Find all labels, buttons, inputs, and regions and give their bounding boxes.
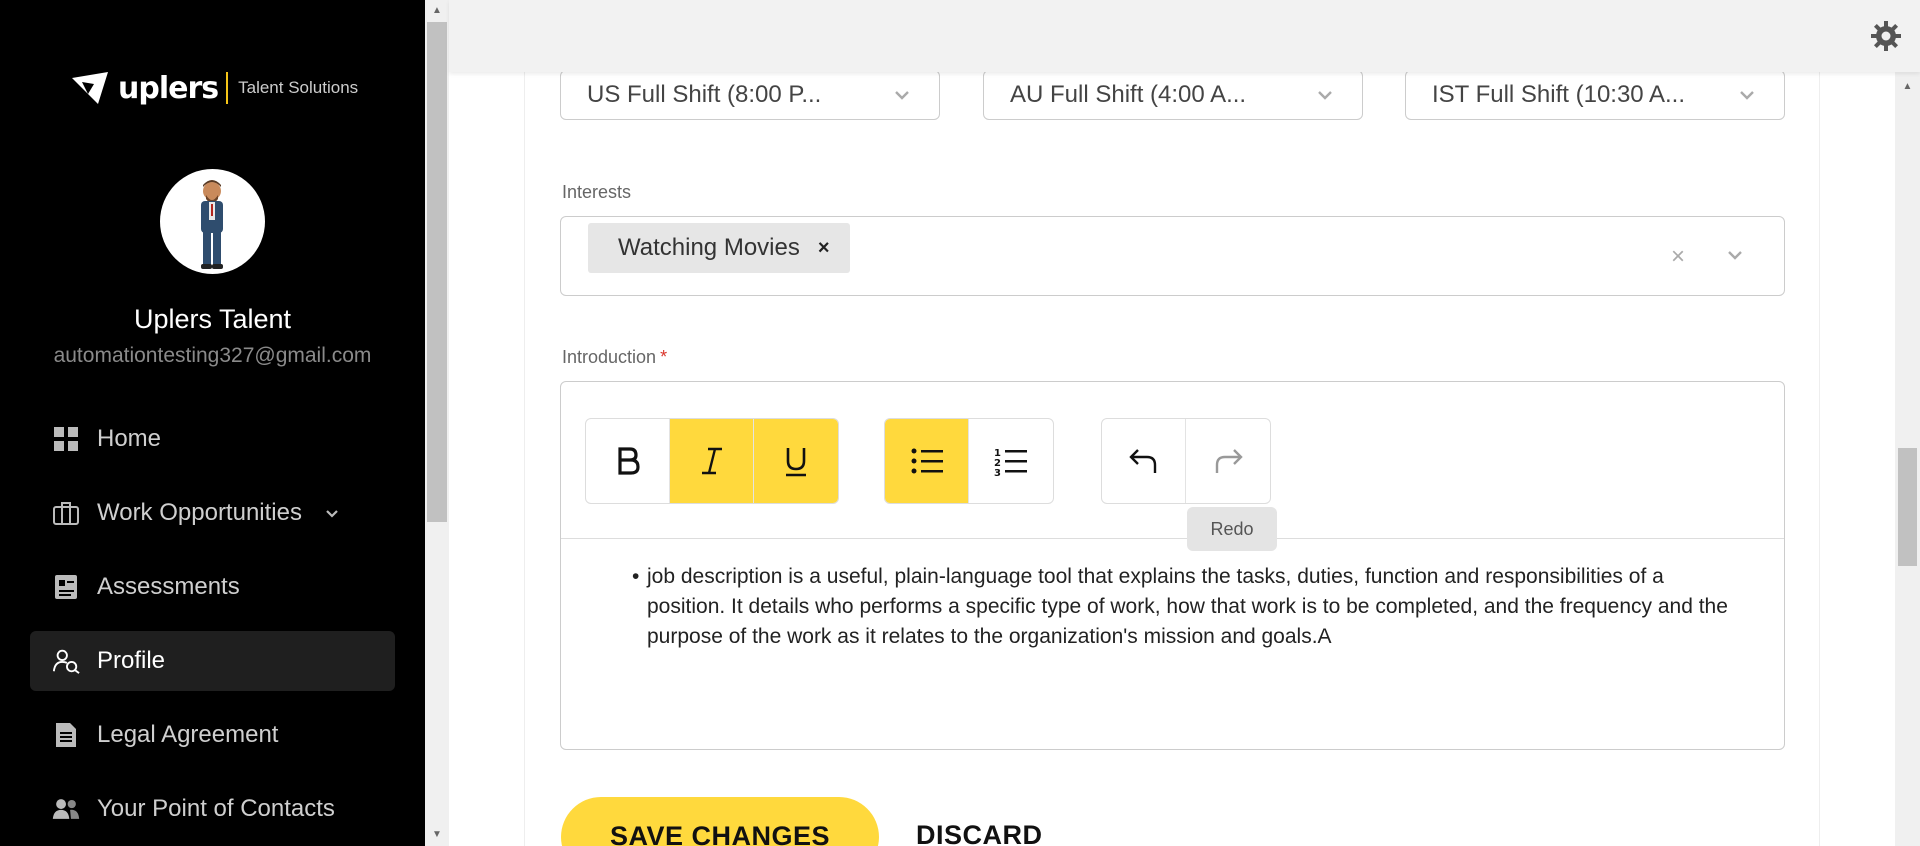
- editor-content[interactable]: • job description is a useful, plain-lan…: [632, 562, 1737, 652]
- chevron-down-icon: [1318, 91, 1332, 100]
- brand-subtitle: Talent Solutions: [238, 78, 359, 97]
- select-value: AU Full Shift (4:00 A...: [1010, 81, 1247, 108]
- document-icon: [52, 721, 80, 749]
- numbered-list-icon: 123: [994, 448, 1027, 476]
- chevron-down-icon: [895, 91, 909, 100]
- avatar[interactable]: [160, 169, 265, 274]
- sidebar-item-point-of-contacts[interactable]: Your Point of Contacts: [30, 779, 395, 839]
- svg-text:3: 3: [994, 468, 1001, 476]
- undo-icon: [1128, 449, 1156, 473]
- introduction-label-text: Introduction: [562, 347, 657, 367]
- bullet-list-icon: [911, 448, 943, 474]
- italic-icon: [701, 447, 722, 475]
- sidebar-item-label: Assessments: [97, 573, 240, 600]
- avatar-figure-icon: [201, 180, 223, 269]
- discard-button[interactable]: DISCARD: [916, 820, 1043, 846]
- select-value: US Full Shift (8:00 P...: [587, 81, 822, 108]
- top-bar: [449, 0, 1920, 72]
- introduction-label: Introduction *: [562, 347, 667, 368]
- brand-divider: [226, 72, 229, 104]
- redo-button[interactable]: [1186, 419, 1270, 503]
- tooltip-text: Redo: [1210, 518, 1254, 539]
- editor-toolbar: 123: [561, 382, 1784, 539]
- interests-multiselect[interactable]: Watching Movies × ×: [560, 216, 1785, 296]
- list-bullet: •: [632, 565, 640, 588]
- chevron-down-icon[interactable]: [1723, 243, 1747, 267]
- assessment-icon: [52, 573, 80, 601]
- underline-button[interactable]: [754, 419, 838, 503]
- bold-icon: [617, 447, 640, 475]
- interest-chip: Watching Movies ×: [588, 223, 850, 273]
- sidebar-scrollbar[interactable]: ▲ ▼: [425, 0, 449, 846]
- bullet-list-button[interactable]: [885, 419, 969, 503]
- italic-button[interactable]: [670, 419, 754, 503]
- scroll-down-arrow-icon[interactable]: ▼: [425, 826, 449, 844]
- introduction-text: job description is a useful, plain-langu…: [647, 565, 1728, 648]
- interests-label-text: Interests: [562, 182, 632, 202]
- chevron-down-icon: [326, 510, 338, 518]
- user-email: automationtesting327@gmail.com: [53, 344, 372, 367]
- scroll-up-arrow-icon[interactable]: ▲: [425, 2, 449, 20]
- page-scrollbar-thumb[interactable]: [1898, 448, 1917, 566]
- list-button-group: 123: [884, 418, 1054, 504]
- grid-icon: [52, 425, 80, 453]
- introduction-rich-text-editor[interactable]: 123 Redo • job description is a useful, …: [560, 381, 1785, 750]
- scroll-up-arrow-icon[interactable]: ▲: [1895, 78, 1920, 96]
- sidebar: uplers Talent Solutions Uplers Talent au…: [0, 0, 425, 846]
- numbered-list-button[interactable]: 123: [969, 419, 1053, 503]
- undo-button[interactable]: [1102, 419, 1186, 503]
- redo-icon: [1215, 449, 1243, 473]
- uplers-logo-icon: [72, 72, 108, 104]
- page-scrollbar[interactable]: ▲: [1895, 72, 1920, 846]
- brand-name: uplers: [118, 70, 219, 106]
- profile-search-icon: [52, 647, 80, 675]
- contacts-icon: [52, 795, 80, 823]
- sidebar-item-label: Your Point of Contacts: [97, 795, 335, 822]
- sidebar-item-label: Work Opportunities: [97, 499, 302, 526]
- interests-label: Interests: [562, 182, 631, 203]
- redo-tooltip: Redo: [1187, 507, 1277, 551]
- save-changes-button[interactable]: SAVE CHANGES: [561, 797, 879, 846]
- sidebar-item-label: Legal Agreement: [97, 721, 279, 748]
- history-button-group: [1101, 418, 1271, 504]
- save-changes-label: SAVE CHANGES: [609, 821, 831, 846]
- interest-chip-label: Watching Movies: [618, 234, 800, 261]
- underline-icon: [786, 448, 806, 477]
- shift-select-us[interactable]: US Full Shift (8:00 P...: [560, 70, 940, 120]
- sidebar-item-work-opportunities[interactable]: Work Opportunities: [30, 483, 395, 543]
- chip-remove-icon[interactable]: ×: [818, 237, 830, 260]
- discard-label: DISCARD: [916, 820, 1043, 846]
- briefcase-icon: [52, 499, 80, 527]
- sidebar-item-label: Home: [97, 425, 162, 452]
- shift-select-ist[interactable]: IST Full Shift (10:30 A...: [1405, 70, 1785, 120]
- sidebar-item-home[interactable]: Home: [30, 409, 395, 469]
- sidebar-item-assessments[interactable]: Assessments: [30, 557, 395, 617]
- sidebar-scrollbar-thumb[interactable]: [427, 22, 447, 522]
- user-name: Uplers Talent: [133, 304, 292, 334]
- bold-button[interactable]: [586, 419, 670, 503]
- format-button-group: [585, 418, 839, 504]
- select-value: IST Full Shift (10:30 A...: [1432, 81, 1686, 108]
- sidebar-item-profile[interactable]: Profile: [30, 631, 395, 691]
- shift-select-au[interactable]: AU Full Shift (4:00 A...: [983, 70, 1363, 120]
- clear-all-icon[interactable]: ×: [1671, 243, 1685, 271]
- gear-icon[interactable]: [1870, 20, 1902, 52]
- sidebar-item-legal-agreement[interactable]: Legal Agreement: [30, 705, 395, 765]
- sidebar-item-label: Profile: [97, 647, 166, 674]
- chevron-down-icon: [1740, 91, 1754, 100]
- brand-logo[interactable]: uplers Talent Solutions: [68, 66, 358, 110]
- required-marker: *: [660, 347, 668, 367]
